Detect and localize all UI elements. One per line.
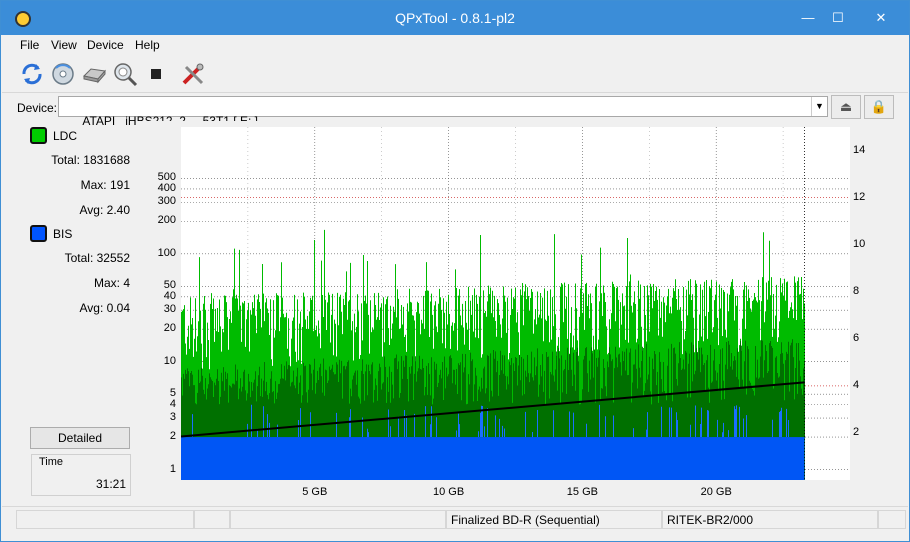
bis-name: BIS: [53, 227, 73, 241]
ldc-name: LDC: [53, 129, 78, 143]
y-tick-label: 4: [169, 397, 176, 410]
tools-icon[interactable]: [180, 61, 206, 87]
bis-swatch: [30, 225, 47, 242]
status-cell-3: [230, 510, 446, 529]
scan-icon[interactable]: [112, 61, 138, 87]
x-tick-label: 10 GB: [433, 486, 465, 498]
bis-total-label: Total:: [64, 251, 94, 265]
y-tick-label: 1: [169, 462, 176, 475]
bis-avg-label: Avg:: [79, 301, 104, 315]
status-cell-2: [194, 510, 230, 529]
close-icon[interactable]: ✕: [866, 7, 896, 29]
stop-icon[interactable]: [143, 61, 169, 87]
device-select[interactable]: ATAPI iHBS212 2 53T1 [ E: ] ▼: [58, 96, 828, 128]
y-tick-label: 10: [163, 354, 176, 367]
ldc-swatch: [30, 127, 47, 144]
y-tick-label: 3: [169, 411, 176, 424]
bis-max-value: 4: [123, 276, 130, 290]
refresh-icon[interactable]: [19, 61, 45, 87]
y-tick-label: 500: [157, 171, 176, 184]
chart-area: 1 2 3 4 5 10 20 30 40 50 100 200 300 400 500 2 4 6 8 10 12 1…: [137, 121, 909, 506]
bis-max: Max: 4: [94, 276, 130, 290]
y-right-tick-label: 12: [853, 190, 866, 203]
status-media-id: RITEK-BR2/000: [662, 510, 878, 529]
drive-icon[interactable]: [81, 61, 107, 87]
toolbar: [2, 55, 908, 93]
ldc-avg-label: Avg:: [79, 203, 104, 217]
bis-max-label: Max:: [93, 276, 120, 290]
y-right-tick-label: 6: [853, 331, 860, 344]
status-cell-6: [878, 510, 906, 529]
y-tick-label: 20: [163, 322, 176, 335]
status-bar: Finalized BD-R (Sequential) RITEK-BR2/00…: [2, 506, 908, 531]
bis-avg: Avg: 0.04: [80, 301, 131, 315]
x-tick-label: 15 GB: [566, 486, 598, 498]
bis-base: [181, 437, 805, 480]
y-right-tick-label: 14: [853, 143, 866, 156]
eject-icon: ⏏: [839, 99, 853, 114]
lock-button[interactable]: 🔒: [864, 95, 894, 119]
disc-info-icon[interactable]: [50, 61, 76, 87]
y-tick-label: 30: [163, 303, 176, 316]
ldc-max: Max: 191: [81, 178, 130, 192]
y-right-tick-label: 2: [853, 425, 860, 438]
time-label: Time: [39, 456, 64, 468]
y-tick-label: 40: [163, 289, 176, 302]
y-tick-label: 100: [157, 246, 176, 259]
minimize-icon[interactable]: —: [793, 7, 823, 29]
stats-panel: LDC Total: 1831688 Max: 191 Avg: 2.40 BI…: [2, 121, 137, 506]
status-disc-type: Finalized BD-R (Sequential): [446, 510, 662, 529]
ldc-total: Total: 1831688: [51, 153, 130, 167]
window-title: QPxTool - 0.8.1-pl2: [395, 10, 515, 26]
ldc-avg-value: 2.40: [106, 203, 130, 217]
time-value: 31:21: [95, 477, 126, 491]
menu-file[interactable]: File: [20, 38, 39, 52]
bis-total-value: 32552: [96, 251, 130, 265]
ldc-max-value: 191: [109, 178, 130, 192]
lock-icon: 🔒: [870, 99, 888, 114]
time-box: Time 31:21: [31, 454, 131, 496]
ldc-total-label: Total:: [51, 153, 80, 167]
title-bar[interactable]: QPxTool - 0.8.1-pl2 — ☐ ✕: [1, 1, 909, 35]
chevron-down-icon[interactable]: ▼: [811, 97, 827, 116]
eject-button[interactable]: ⏏: [831, 95, 861, 119]
x-tick-label: 20 GB: [700, 486, 732, 498]
menu-bar: File View Device Help: [2, 35, 908, 55]
maximize-icon[interactable]: ☐: [823, 7, 853, 29]
y-tick-label: 5: [169, 387, 176, 400]
x-tick-label: 5 GB: [302, 486, 328, 498]
app-window: QPxTool - 0.8.1-pl2 — ☐ ✕ File View Devi…: [0, 0, 910, 542]
plot-area: [180, 127, 850, 480]
device-row: Device: ATAPI iHBS212 2 53T1 [ E: ] ▼ ⏏ …: [2, 93, 908, 128]
y-right-tick-label: 4: [853, 378, 860, 391]
ldc-avg: Avg: 2.40: [80, 203, 131, 217]
y-tick-label: 300: [157, 195, 176, 208]
bis-total: Total: 32552: [65, 251, 130, 265]
y-tick-label: 2: [169, 430, 176, 443]
y-right-tick-label: 10: [853, 237, 866, 250]
y-tick-label: 400: [157, 181, 176, 194]
y-tick-label: 200: [157, 214, 176, 227]
y-tick-label: 50: [163, 279, 176, 292]
bis-avg-value: 0.04: [106, 301, 130, 315]
menu-view[interactable]: View: [51, 38, 77, 52]
detailed-button[interactable]: Detailed: [30, 427, 130, 449]
ldc-bis-chart: [180, 127, 850, 480]
y-right-tick-label: 8: [853, 284, 860, 297]
menu-help[interactable]: Help: [135, 38, 160, 52]
status-cell-1: [16, 510, 194, 529]
menu-device[interactable]: Device: [87, 38, 124, 52]
device-label: Device:: [17, 101, 58, 115]
ldc-max-label: Max:: [80, 178, 107, 192]
ldc-total-value: 1831688: [83, 153, 130, 167]
